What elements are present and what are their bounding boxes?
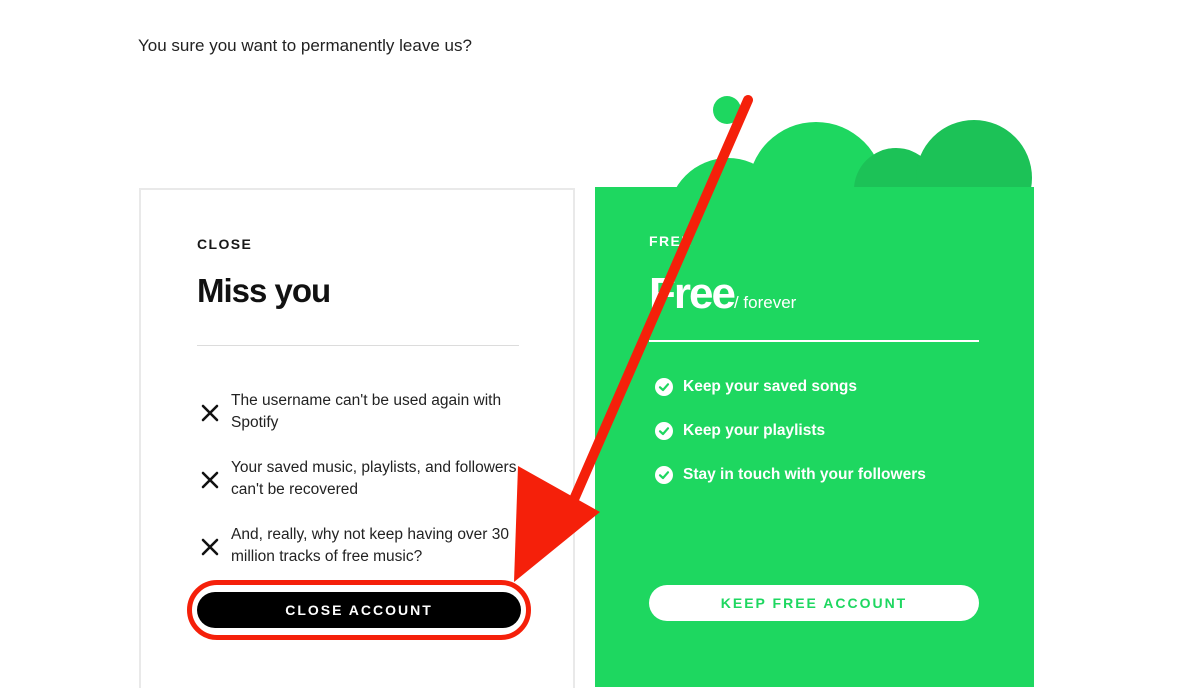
benefit-text: Keep your playlists: [683, 422, 826, 439]
con-text: Your saved music, playlists, and followe…: [231, 459, 517, 498]
benefit-text: Stay in touch with your followers: [683, 466, 926, 483]
divider: [197, 345, 519, 346]
card-eyebrow: CLOSE: [197, 236, 253, 252]
benefit-text: Keep your saved songs: [683, 378, 858, 395]
plan-title: Free/ forever: [649, 269, 796, 319]
x-icon: [201, 404, 219, 422]
close-account-button[interactable]: CLOSE ACCOUNT: [197, 592, 521, 628]
plan-suffix: / forever: [733, 293, 797, 312]
divider: [649, 340, 979, 342]
con-text: And, really, why not keep having over 30…: [231, 526, 510, 565]
page-question: You sure you want to permanently leave u…: [138, 36, 472, 55]
con-text: The username can't be used again with Sp…: [231, 392, 502, 431]
plan-name: Free: [649, 269, 736, 318]
card-eyebrow: FREE: [649, 233, 692, 249]
free-plan-card: FREE Free/ forever Keep your saved songs…: [595, 187, 1034, 687]
card-heading: Miss you: [197, 272, 331, 309]
keep-free-account-button[interactable]: KEEP FREE ACCOUNT: [649, 585, 979, 621]
check-circle-icon: [655, 378, 673, 396]
x-icon: [201, 538, 219, 556]
check-circle-icon: [655, 466, 673, 484]
check-circle-icon: [655, 422, 673, 440]
x-icon: [201, 471, 219, 489]
close-account-card: CLOSE Miss you The username can't be use…: [139, 188, 575, 688]
